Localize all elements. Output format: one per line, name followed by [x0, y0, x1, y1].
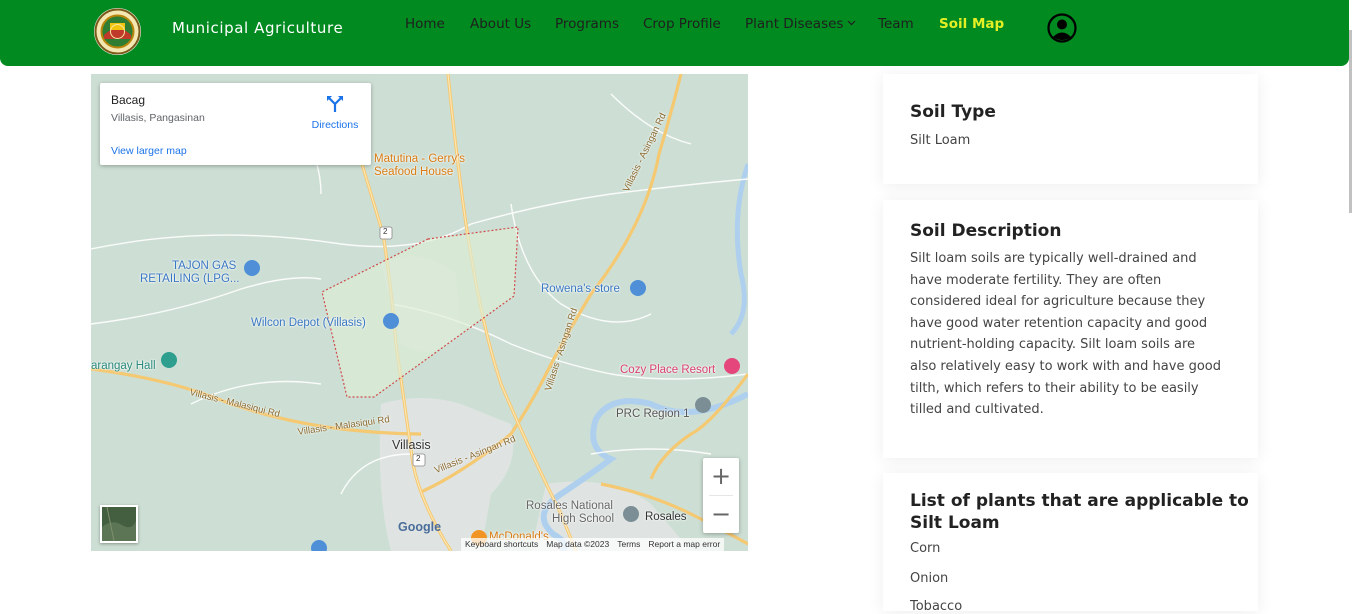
soil-description-card: Soil Description Silt loam soils are typ… [883, 200, 1258, 458]
user-profile-icon[interactable] [1047, 13, 1077, 43]
soil-type-card: Soil Type Silt Loam [883, 74, 1258, 184]
view-larger-map-link[interactable]: View larger map [111, 145, 187, 157]
map-label-barangay-hall: arangay Hall [91, 360, 156, 372]
directions-button[interactable]: Directions [305, 95, 365, 131]
map-data-text: Map data ©2023 [546, 539, 610, 549]
terms-link[interactable]: Terms [613, 539, 644, 549]
soil-description-line: tilth, which refers to their ability to … [910, 380, 1199, 396]
map-label-rosales-nhs-2: High School [552, 513, 615, 525]
applicable-plants-card: List of plants that are applicable to Si… [883, 473, 1258, 614]
map-route-shield-1: 2 [383, 227, 388, 236]
plants-heading-line-2: Silt Loam [910, 513, 1000, 533]
soil-description-text: Silt loam soils are typically well-drain… [910, 248, 1221, 421]
google-logo: Google [398, 520, 442, 534]
nav-plant-diseases-label: Plant Diseases [745, 16, 844, 32]
plant-item: Onion [910, 571, 949, 586]
directions-label: Directions [311, 119, 359, 131]
soil-description-line: also relatively easy to work with and ha… [910, 358, 1221, 374]
chevron-down-icon [847, 14, 856, 30]
soil-description-line: have moderate fertility. They are often [910, 272, 1162, 288]
plants-heading-line-1: List of plants that are applicable to [910, 491, 1249, 511]
map-label-tajon-1: TAJON GAS [172, 260, 237, 272]
municipal-logo[interactable] [94, 8, 141, 55]
map-route-shield-2: 2 [416, 454, 421, 463]
nav-plant-diseases[interactable]: Plant Diseases [745, 16, 856, 32]
map-info-window: Bacag Villasis, Pangasinan View larger m… [100, 83, 371, 165]
map-label-wilcon: Wilcon Depot (Villasis) [251, 317, 366, 329]
map-label-matutina-1: Matutina - Gerry's [374, 153, 466, 165]
directions-icon [327, 96, 343, 112]
nav-soil-map[interactable]: Soil Map [939, 16, 1004, 32]
keyboard-shortcuts-link[interactable]: Keyboard shortcuts [461, 539, 542, 549]
brand-title[interactable]: Municipal Agriculture [172, 19, 343, 37]
place-name: Bacag [111, 93, 146, 107]
soil-description-line: tilled and cultivated. [910, 402, 1044, 418]
soil-description-line: have good water retention capacity and g… [910, 315, 1208, 331]
satellite-toggle-thumbnail[interactable] [100, 505, 138, 543]
plant-item: Corn [910, 541, 941, 556]
map-label-matutina-2: Seafood House [374, 166, 454, 178]
zoom-out-button[interactable]: − [703, 496, 739, 533]
map-label-villasis: Villasis [392, 438, 431, 452]
map-label-rowena: Rowena's store [541, 283, 620, 295]
plant-item: Tobacco [910, 599, 963, 614]
map-label-tajon-2: RETAILING (LPG... [140, 273, 240, 285]
nav-programs[interactable]: Programs [555, 16, 619, 32]
soil-description-line: Silt loam soils are typically well-drain… [910, 251, 1197, 266]
top-navbar: Municipal Agriculture Home About Us Prog… [0, 0, 1349, 66]
soil-description-line: considered ideal for agriculture because… [910, 294, 1206, 310]
soil-description-line: nutrient-holding capacity. Silt loam soi… [910, 337, 1196, 353]
nav-team[interactable]: Team [878, 16, 914, 32]
map-label-cozy-place: Cozy Place Resort [620, 364, 716, 376]
soil-map-embed[interactable]: Matutina - Gerry's Seafood House TAJON G… [91, 74, 748, 551]
map-label-prc-region: PRC Region 1 [616, 408, 690, 420]
report-map-error-link[interactable]: Report a map error [644, 539, 724, 549]
soil-type-heading: Soil Type [910, 102, 996, 122]
nav-crop-profile[interactable]: Crop Profile [643, 16, 721, 32]
map-label-rosales: Rosales [645, 511, 687, 523]
nav-home[interactable]: Home [405, 16, 445, 32]
soil-description-heading: Soil Description [910, 221, 1062, 241]
map-attribution-bar: Keyboard shortcuts Map data ©2023 Terms Rep… [461, 538, 725, 551]
nav-about-us[interactable]: About Us [470, 16, 531, 32]
place-address: Villasis, Pangasinan [111, 112, 205, 124]
map-label-rosales-nhs-1: Rosales National [526, 500, 613, 512]
soil-type-value: Silt Loam [910, 133, 971, 148]
zoom-control: + − [703, 458, 739, 533]
plants-heading: List of plants that are applicable to Si… [910, 490, 1249, 534]
zoom-in-button[interactable]: + [703, 458, 739, 495]
